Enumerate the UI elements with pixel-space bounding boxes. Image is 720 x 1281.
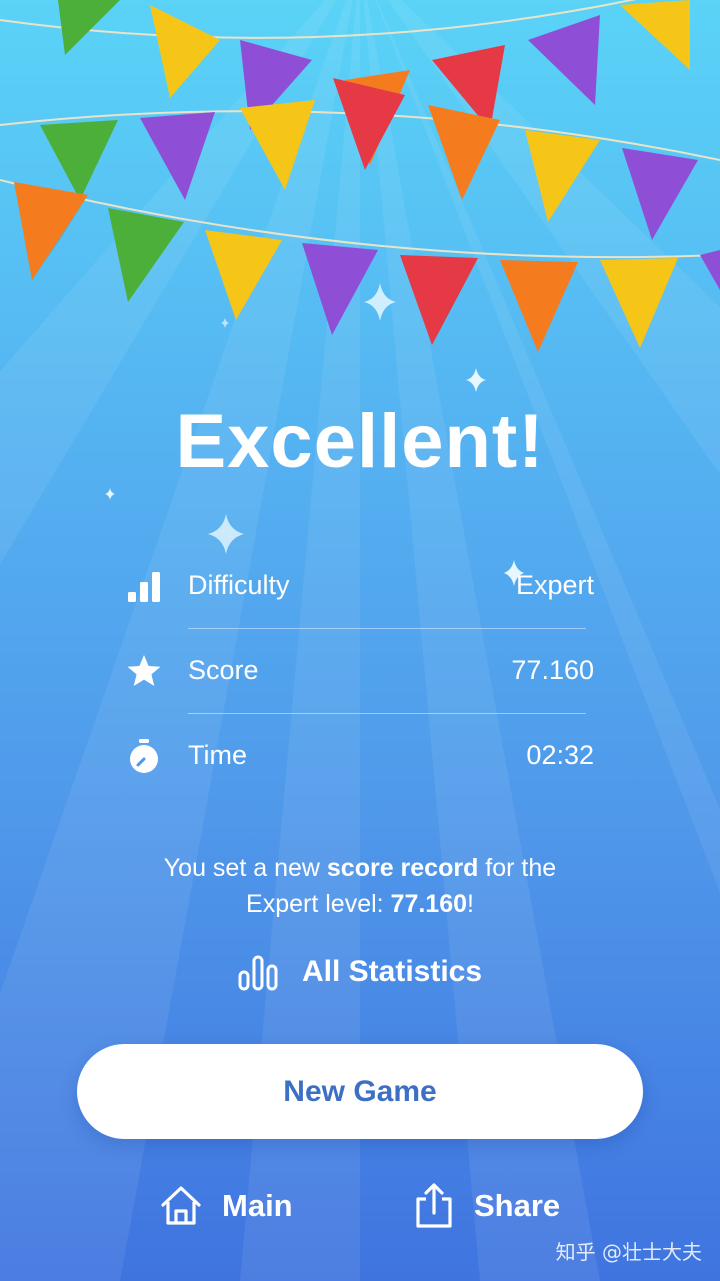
all-statistics-label: All Statistics [301, 955, 483, 988]
stats-list: Difficulty Expert Score 77.160 Time 02:3… [120, 544, 600, 798]
time-value: 02:32 [526, 740, 594, 770]
stat-row-difficulty: Difficulty Expert [120, 544, 600, 628]
result-title: Excellent! [175, 399, 545, 484]
stat-row-score: Score 77.160 [120, 629, 600, 713]
difficulty-label: Difficulty [188, 570, 290, 600]
statistics-icon [238, 955, 278, 991]
score-value: 77.160 [511, 655, 594, 685]
main-button[interactable]: Main [158, 1176, 293, 1236]
star-icon [127, 655, 161, 686]
record-message: You set a new score record for the Exper… [163, 854, 557, 918]
time-label: Time [188, 740, 247, 770]
all-statistics-button[interactable]: All Statistics [0, 946, 720, 998]
main-label: Main [222, 1188, 293, 1223]
stat-row-time: Time 02:32 [120, 714, 600, 798]
new-game-button[interactable]: New Game [77, 1044, 643, 1139]
score-label: Score [188, 655, 259, 685]
home-icon [161, 1186, 201, 1225]
bottom-nav: Main Share [0, 1176, 720, 1236]
share-label: Share [474, 1188, 561, 1223]
share-icon [416, 1183, 452, 1228]
sparkles [105, 283, 524, 586]
stopwatch-icon [130, 739, 158, 773]
watermark: 知乎 @壮士大夫 [555, 1240, 702, 1264]
difficulty-value: Expert [515, 570, 594, 600]
share-button[interactable]: Share [412, 1176, 560, 1236]
signal-bars-icon [128, 572, 160, 602]
